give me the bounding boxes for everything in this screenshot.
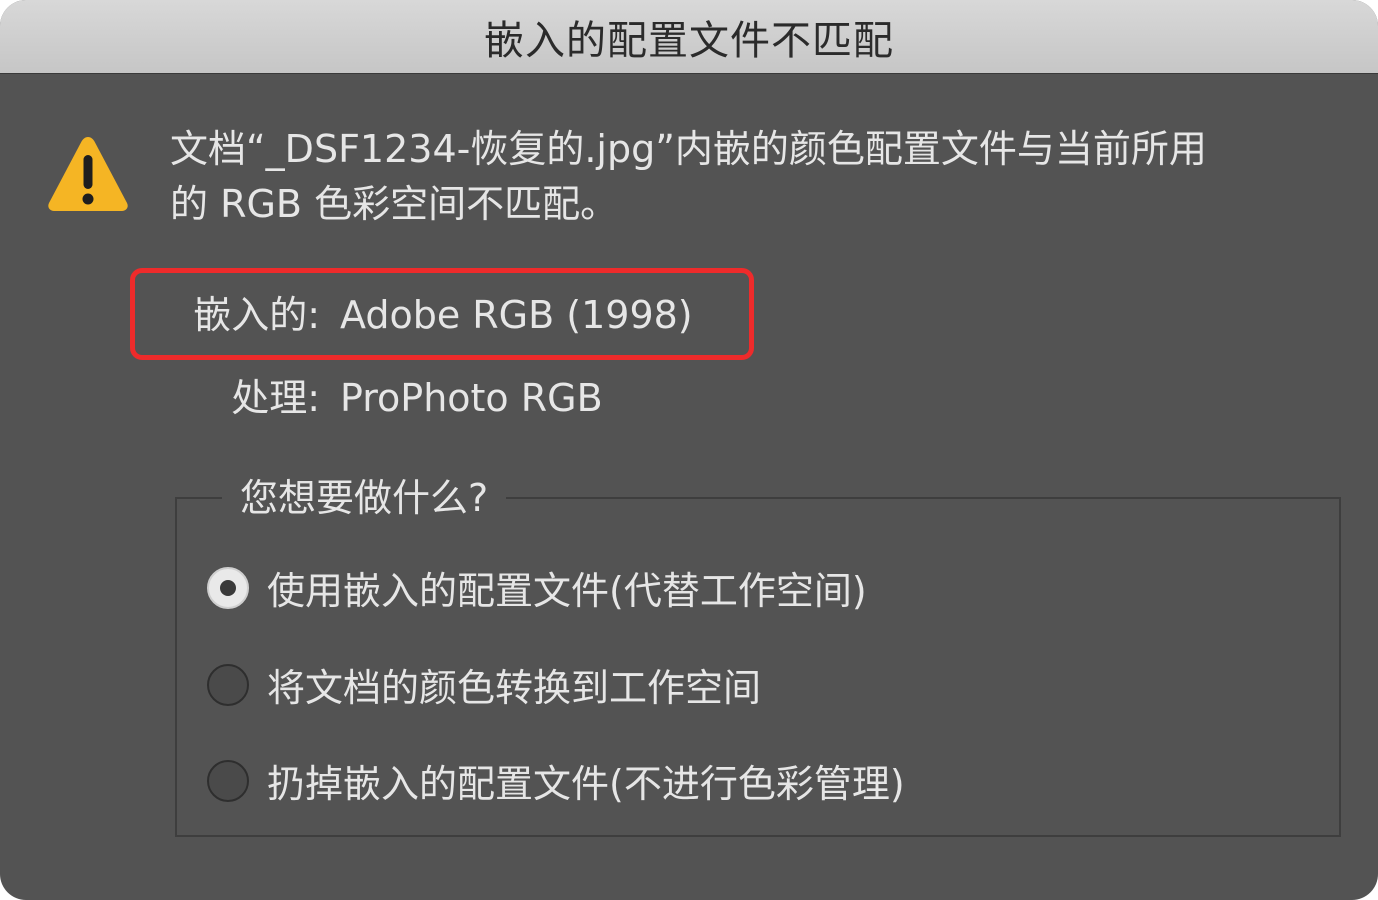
option-use-embedded[interactable]: 使用嵌入的配置文件(代替工作空间): [207, 560, 867, 615]
title-bar: 嵌入的配置文件不匹配: [0, 0, 1378, 74]
dialog-title: 嵌入的配置文件不匹配: [484, 17, 894, 64]
message-line: 的 RGB 色彩空间不匹配。: [170, 182, 619, 226]
working-profile-row: 处理: ProPhoto RGB: [175, 367, 603, 422]
embedded-profile-label: 嵌入的:: [193, 293, 320, 337]
radio-selected[interactable]: [207, 566, 249, 609]
working-profile-value: ProPhoto RGB: [340, 376, 603, 420]
mismatch-message: 文档“_DSF1234-恢复的.jpg”内嵌的颜色配置文件与当前所用 的 RGB…: [170, 122, 1320, 232]
profile-mismatch-dialog: 嵌入的配置文件不匹配 文档“_DSF1234-恢复的.jpg”内嵌的颜色配置文件…: [0, 0, 1378, 900]
embedded-profile-value: Adobe RGB (1998): [340, 293, 693, 337]
embedded-profile-row: 嵌入的: Adobe RGB (1998): [175, 284, 693, 339]
option-convert-to-working[interactable]: 将文档的颜色转换到工作空间: [207, 657, 761, 712]
message-line: 文档“_DSF1234-恢复的.jpg”内嵌的颜色配置文件与当前所用: [170, 127, 1207, 171]
option-discard-embedded[interactable]: 扔掉嵌入的配置文件(不进行色彩管理): [207, 753, 905, 808]
radio-unselected[interactable]: [207, 759, 249, 802]
radio-unselected[interactable]: [207, 663, 249, 706]
options-question: 您想要做什么?: [222, 470, 507, 526]
option-label: 使用嵌入的配置文件(代替工作空间): [267, 569, 867, 613]
option-label: 将文档的颜色转换到工作空间: [267, 666, 762, 710]
option-label: 扔掉嵌入的配置文件(不进行色彩管理): [267, 762, 905, 806]
warning-triangle-icon: [48, 137, 128, 211]
working-profile-label: 处理:: [231, 376, 320, 420]
